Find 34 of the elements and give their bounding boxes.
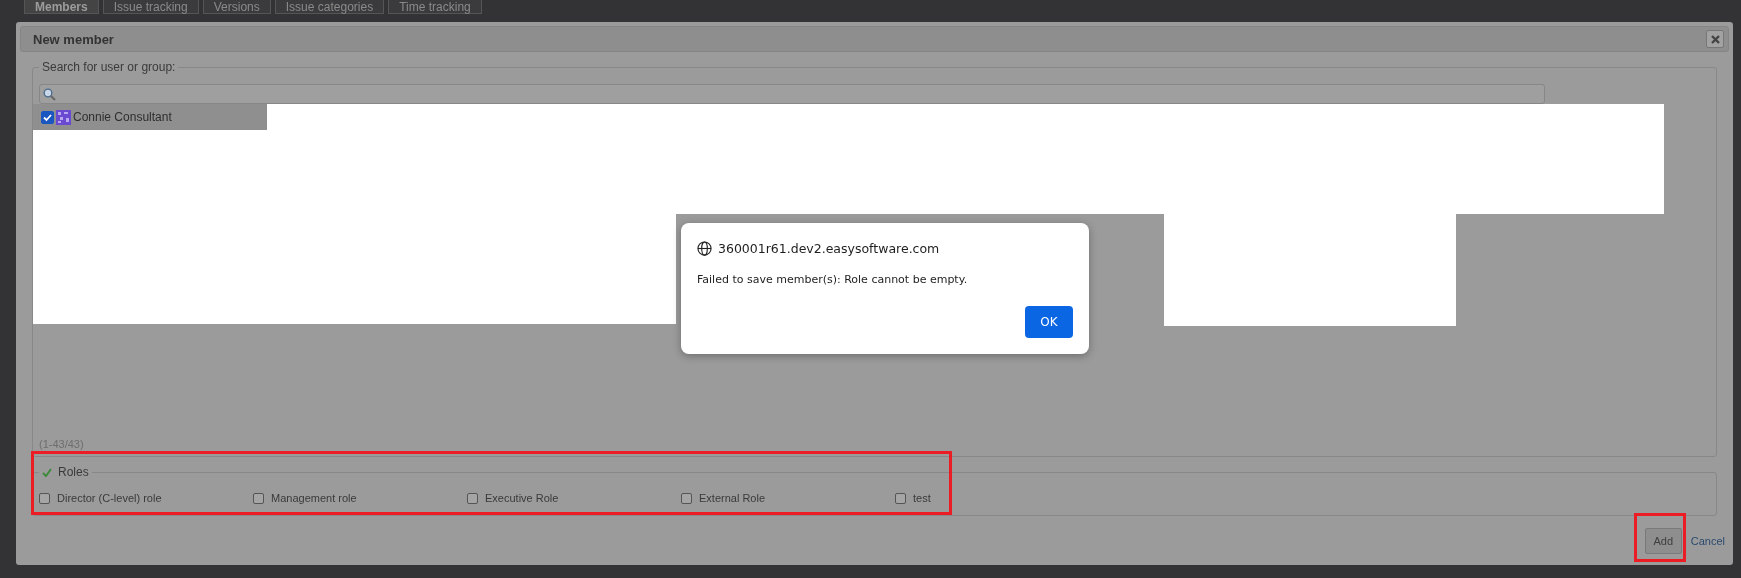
checkbox[interactable] [681, 492, 692, 504]
roles-legend: Roles [58, 465, 89, 479]
role-label: Director (C-level) role [57, 492, 162, 504]
checkbox[interactable] [253, 492, 264, 504]
tab[interactable]: Versions [202, 0, 271, 14]
user-name: Connie Consultant [73, 110, 172, 124]
checkbox[interactable] [895, 492, 906, 504]
role-label: Executive Role [485, 492, 559, 504]
role-label: External Role [699, 492, 766, 504]
role-label: test [913, 492, 931, 504]
site-origin: 360001r61.dev2.easysoftware.com [718, 241, 940, 256]
tab[interactable]: Issue tracking [102, 0, 199, 14]
dialog-title: New member [33, 31, 114, 47]
close-icon [1710, 34, 1720, 44]
highlight-frame [1634, 513, 1686, 562]
cancel-link[interactable]: Cancel [1690, 535, 1725, 547]
tab[interactable]: Members [24, 0, 99, 14]
tab[interactable]: Issue categories [274, 0, 385, 14]
checkbox[interactable] [39, 492, 50, 504]
alert-message: Failed to save member(s): Role cannot be empty. [697, 273, 969, 286]
avatar-icon [56, 109, 71, 125]
checkbox[interactable] [467, 492, 478, 504]
ok-button[interactable]: OK [1025, 306, 1073, 338]
checkmark-icon [42, 467, 52, 477]
add-button[interactable]: Add [1644, 528, 1682, 554]
role-label: Management role [271, 492, 357, 504]
user-row[interactable]: Connie Consultant [33, 104, 267, 130]
search-icon [43, 87, 56, 101]
search-field[interactable] [39, 84, 1545, 104]
close-button[interactable] [1706, 30, 1724, 48]
checkbox[interactable] [41, 110, 54, 124]
tab[interactable]: Time tracking [388, 0, 482, 14]
search-legend: Search for user or group: [39, 60, 179, 74]
globe-icon [697, 241, 712, 256]
